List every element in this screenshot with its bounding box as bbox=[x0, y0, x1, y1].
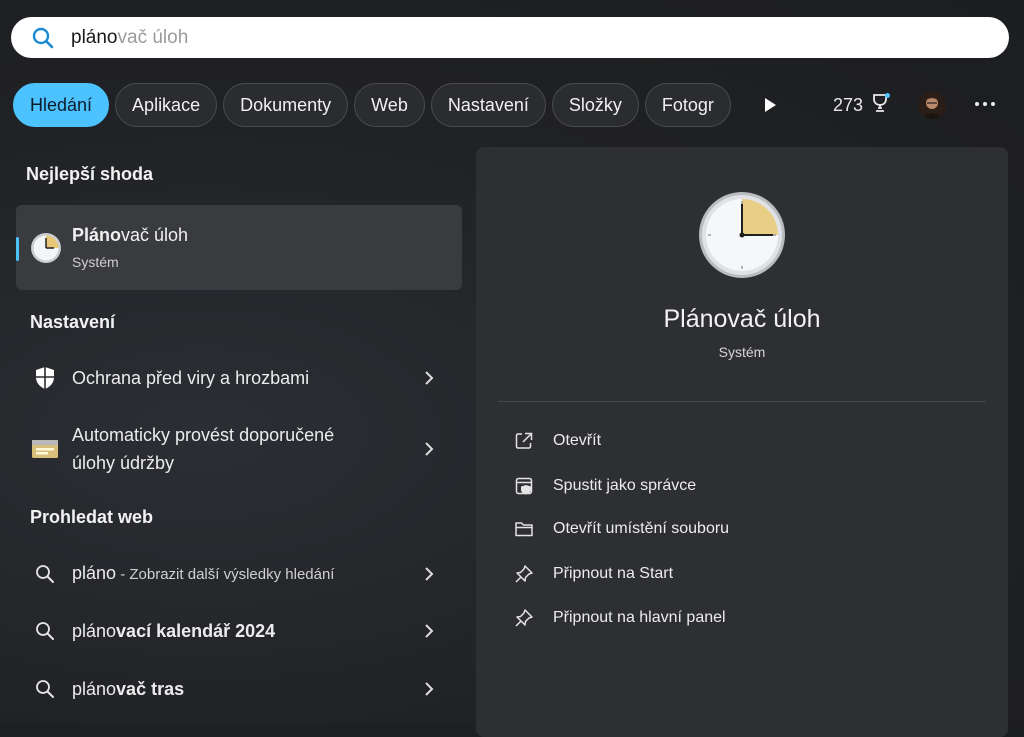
chip-search[interactable]: Hledání bbox=[13, 83, 110, 127]
settings-item-label: Ochrana před viry a hrozbami bbox=[72, 368, 310, 388]
settings-item-virus-protection[interactable]: Ochrana před viry a hrozbami bbox=[16, 362, 462, 394]
action-label: Otevřít bbox=[553, 432, 602, 449]
chevron-right-icon[interactable] bbox=[418, 623, 440, 639]
action-pin-to-taskbar[interactable]: Připnout na hlavní panel bbox=[512, 608, 726, 628]
avatar[interactable] bbox=[918, 91, 946, 119]
chip-apps[interactable]: Aplikace bbox=[115, 83, 218, 127]
chip-photos[interactable]: Fotogr bbox=[644, 83, 731, 127]
action-label: Připnout na hlavní panel bbox=[553, 609, 726, 626]
rewards-points[interactable]: 273 bbox=[833, 92, 891, 119]
search-icon bbox=[30, 621, 60, 641]
search-icon bbox=[29, 24, 57, 52]
best-match-heading: Nejlepší shoda bbox=[26, 164, 154, 184]
chevron-right-icon[interactable] bbox=[418, 566, 440, 582]
more-icon[interactable] bbox=[974, 94, 996, 114]
shield-icon bbox=[30, 366, 60, 390]
detail-title: Plánovač úloh bbox=[663, 305, 821, 333]
points-value: 273 bbox=[833, 95, 864, 115]
action-label: Spustit jako správce bbox=[553, 477, 697, 494]
filter-chips: Hledání Aplikace Dokumenty Web Nastavení… bbox=[13, 82, 735, 128]
chip-settings[interactable]: Nastavení bbox=[430, 83, 546, 127]
web-heading: Prohledat web bbox=[30, 507, 154, 527]
open-external-icon bbox=[512, 431, 536, 451]
task-scheduler-icon bbox=[697, 190, 787, 285]
pin-icon bbox=[512, 608, 536, 628]
folder-icon bbox=[512, 520, 536, 538]
best-match-subtitle: Systém bbox=[72, 254, 119, 270]
action-label: Otevřít umístění souboru bbox=[553, 520, 730, 537]
search-icon bbox=[30, 564, 60, 584]
maintenance-icon bbox=[30, 438, 60, 460]
best-match-name: Plánovač úloh bbox=[72, 225, 189, 245]
web-result-item[interactable]: plánovač tras bbox=[16, 673, 462, 705]
chevron-right-icon[interactable] bbox=[418, 681, 440, 697]
web-result-label: plánovač tras bbox=[72, 679, 185, 699]
detail-subtitle: Systém bbox=[718, 344, 766, 360]
selection-indicator bbox=[16, 237, 19, 261]
trophy-icon bbox=[869, 92, 891, 119]
settings-item-maintenance[interactable]: Automaticky provést doporučené úlohy údrž… bbox=[16, 420, 462, 478]
search-box[interactable]: plánovač úloh bbox=[11, 17, 1009, 58]
web-result-item[interactable]: pláno - Zobrazit další výsledky hledání bbox=[16, 558, 462, 590]
action-open-file-location[interactable]: Otevřít umístění souboru bbox=[512, 520, 729, 538]
pin-icon bbox=[512, 564, 536, 584]
search-suggestion-text: vač úloh bbox=[117, 26, 189, 48]
best-match-item[interactable]: Plánovač úloh Systém bbox=[16, 205, 462, 290]
web-result-label: plánovací kalendář 2024 bbox=[72, 621, 276, 641]
play-icon[interactable] bbox=[760, 95, 780, 115]
chevron-right-icon[interactable] bbox=[418, 370, 440, 386]
detail-panel: Plánovač úloh Systém Otevřít Spustit jak… bbox=[476, 147, 1008, 737]
web-result-label: pláno - Zobrazit další výsledky hledání bbox=[72, 563, 335, 583]
action-pin-to-start[interactable]: Připnout na Start bbox=[512, 564, 673, 584]
admin-icon bbox=[512, 476, 536, 496]
action-run-as-admin[interactable]: Spustit jako správce bbox=[512, 476, 696, 496]
action-label: Připnout na Start bbox=[553, 565, 674, 582]
chip-documents[interactable]: Dokumenty bbox=[223, 83, 349, 127]
settings-heading: Nastavení bbox=[30, 312, 116, 332]
search-icon bbox=[30, 679, 60, 699]
web-result-item[interactable]: plánovací kalendář 2024 bbox=[16, 615, 462, 647]
task-scheduler-icon bbox=[30, 232, 62, 269]
chevron-right-icon[interactable] bbox=[418, 441, 440, 457]
search-input[interactable]: plánovač úloh bbox=[71, 27, 188, 49]
chip-web[interactable]: Web bbox=[354, 83, 425, 127]
settings-item-label: Automaticky provést doporučené úlohy údrž… bbox=[72, 425, 335, 473]
chip-folders[interactable]: Složky bbox=[551, 83, 639, 127]
divider bbox=[498, 401, 986, 402]
action-open[interactable]: Otevřít bbox=[512, 431, 601, 451]
search-typed-text: pláno bbox=[71, 26, 118, 48]
